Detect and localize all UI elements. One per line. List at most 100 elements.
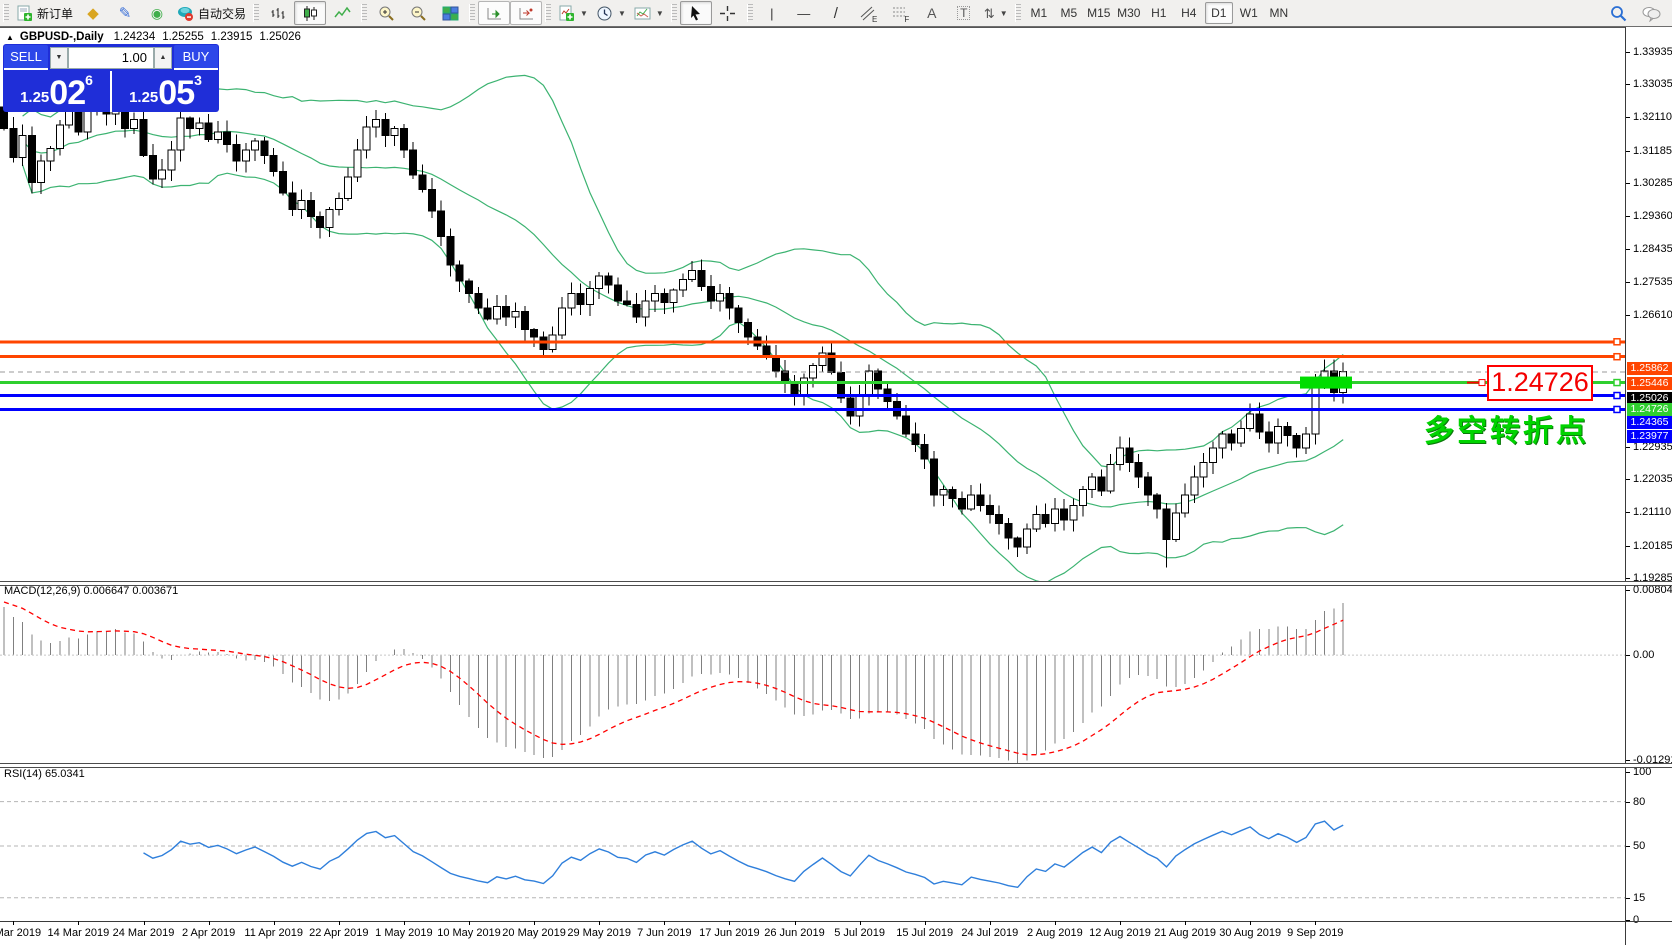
timeframe-d1[interactable]: D1 (1205, 2, 1233, 24)
vertical-line-tool-button[interactable]: | (756, 1, 788, 25)
mql-community-button[interactable]: ◆ (77, 1, 109, 25)
signals-button[interactable]: ◉ (141, 1, 173, 25)
price-callout[interactable]: 1.24726 (1487, 365, 1593, 401)
tile-windows-button[interactable] (434, 1, 466, 25)
timeframe-w1[interactable]: W1 (1235, 2, 1263, 24)
date-label: 10 May 2019 (437, 927, 501, 939)
rsi-tick: 0 (1626, 914, 1672, 926)
chat-button[interactable] (1634, 1, 1666, 25)
volume-increase-button[interactable]: ▲ (154, 47, 172, 69)
macd-tick: 0.00 (1626, 649, 1672, 661)
toolbar-grip[interactable] (545, 4, 551, 22)
support-line-2-price-label[interactable]: 1.23977 (1627, 430, 1672, 443)
timeframe-m30[interactable]: M30 (1115, 2, 1143, 24)
support-line-1-price-label[interactable]: 1.24365 (1627, 416, 1672, 429)
metaeditor-button[interactable]: ✎ (109, 1, 141, 25)
price-axis[interactable]: 1.258621.254461.250261.247261.243651.239… (1625, 27, 1672, 945)
dropdown-icon: ▼ (1000, 9, 1008, 18)
indicators-button[interactable]: ▼ (554, 1, 592, 25)
date-label: 20 May 2019 (502, 927, 566, 939)
toolbar-grip[interactable] (671, 4, 677, 22)
trendline-tool-button[interactable]: / (820, 1, 852, 25)
vertical-line-icon: | (770, 7, 773, 20)
collapse-icon[interactable]: ▲ (6, 33, 14, 42)
candlestick-chart-button[interactable] (294, 1, 326, 25)
toolbar-grip[interactable] (1015, 4, 1021, 22)
autotrading-button[interactable]: 自动交易 (173, 1, 250, 25)
pane-divider[interactable] (0, 763, 1672, 768)
date-label: 21 Aug 2019 (1154, 927, 1216, 939)
date-tick (274, 921, 275, 925)
close-value: 1.25026 (259, 31, 301, 43)
volume-input[interactable] (68, 47, 154, 69)
date-tick (13, 921, 14, 925)
date-tick (404, 921, 405, 925)
sell-button[interactable]: SELL (4, 45, 48, 70)
buy-button[interactable]: BUY (174, 45, 218, 70)
toolbar-grip[interactable] (469, 4, 475, 22)
chart-shift-button[interactable] (510, 1, 542, 25)
rsi-tick: 15 (1626, 892, 1672, 904)
periods-button[interactable]: ▼ (592, 1, 630, 25)
date-label: 12 Aug 2019 (1089, 927, 1151, 939)
fibonacci-tool-button[interactable]: F (884, 1, 916, 25)
zoom-in-icon (378, 5, 395, 22)
line-chart-button[interactable] (326, 1, 358, 25)
rsi-pane[interactable] (0, 766, 1625, 921)
search-button[interactable] (1602, 1, 1634, 25)
resistance-line-2-price-label[interactable]: 1.25446 (1627, 377, 1672, 390)
text-label-tool-button[interactable]: T (948, 1, 980, 25)
volume-decrease-button[interactable]: ▼ (50, 47, 68, 69)
turning-point-label[interactable]: 多空转折点 (1424, 406, 1589, 450)
date-label: 9 Sep 2019 (1287, 927, 1343, 939)
timeframe-mn[interactable]: MN (1265, 2, 1293, 24)
horizontal-line-tool-button[interactable]: — (788, 1, 820, 25)
macd-label: MACD(12,26,9) 0.006647 0.003671 (4, 585, 178, 597)
candlestick-series[interactable] (1, 88, 1347, 567)
price-tick: 1.21110 (1626, 506, 1672, 518)
price-tick: 1.22035 (1626, 473, 1672, 485)
toolbar-grip[interactable] (361, 4, 367, 22)
date-label: 17 Jun 2019 (699, 927, 760, 939)
new-order-button[interactable]: 新订单 (12, 1, 77, 25)
price-tick: 1.33035 (1626, 78, 1672, 90)
timeframe-m15[interactable]: M15 (1085, 2, 1113, 24)
timeframe-h4[interactable]: H4 (1175, 2, 1203, 24)
timeframe-m1[interactable]: M1 (1025, 2, 1053, 24)
pivot-line-price-label[interactable]: 1.24726 (1627, 403, 1672, 416)
buy-price[interactable]: 1.25 05 3 (112, 71, 219, 112)
clock-icon (596, 5, 613, 22)
auto-scroll-button[interactable] (478, 1, 510, 25)
zoom-in-button[interactable] (370, 1, 402, 25)
date-tick (729, 921, 730, 925)
pane-divider[interactable] (0, 581, 1672, 586)
cursor-tool-button[interactable] (680, 1, 712, 25)
timeframe-h1[interactable]: H1 (1145, 2, 1173, 24)
channel-tool-button[interactable]: E (852, 1, 884, 25)
zoom-out-icon (410, 5, 427, 22)
volume-stepper: ▼ ▲ (49, 44, 173, 71)
toolbar-grip[interactable] (253, 4, 259, 22)
zoom-out-button[interactable] (402, 1, 434, 25)
toolbar-grip[interactable] (3, 4, 9, 22)
toolbar-grip[interactable] (747, 4, 753, 22)
date-tick (339, 921, 340, 925)
new-order-icon (16, 5, 33, 22)
main-price-pane[interactable] (0, 28, 1625, 581)
sell-price[interactable]: 1.25 02 6 (3, 71, 112, 112)
tile-windows-icon (442, 5, 459, 22)
low-value: 1.23915 (211, 31, 253, 43)
text-tool-button[interactable]: A (916, 1, 948, 25)
date-tick (1315, 921, 1316, 925)
resistance-line-1-price-label[interactable]: 1.25862 (1627, 362, 1672, 375)
chart-title: ▲ GBPUSD-,Daily 1.24234 1.25255 1.23915 … (6, 31, 301, 43)
bar-chart-button[interactable] (262, 1, 294, 25)
timeframe-m5[interactable]: M5 (1055, 2, 1083, 24)
date-label: 24 Jul 2019 (961, 927, 1018, 939)
crosshair-tool-button[interactable] (712, 1, 744, 25)
dropdown-icon: ▼ (618, 9, 626, 18)
macd-pane[interactable] (0, 583, 1625, 763)
date-label: 2 Apr 2019 (182, 927, 235, 939)
templates-button[interactable]: ▼ (630, 1, 668, 25)
arrows-tool-button[interactable]: ⇅ ▼ (980, 1, 1012, 25)
